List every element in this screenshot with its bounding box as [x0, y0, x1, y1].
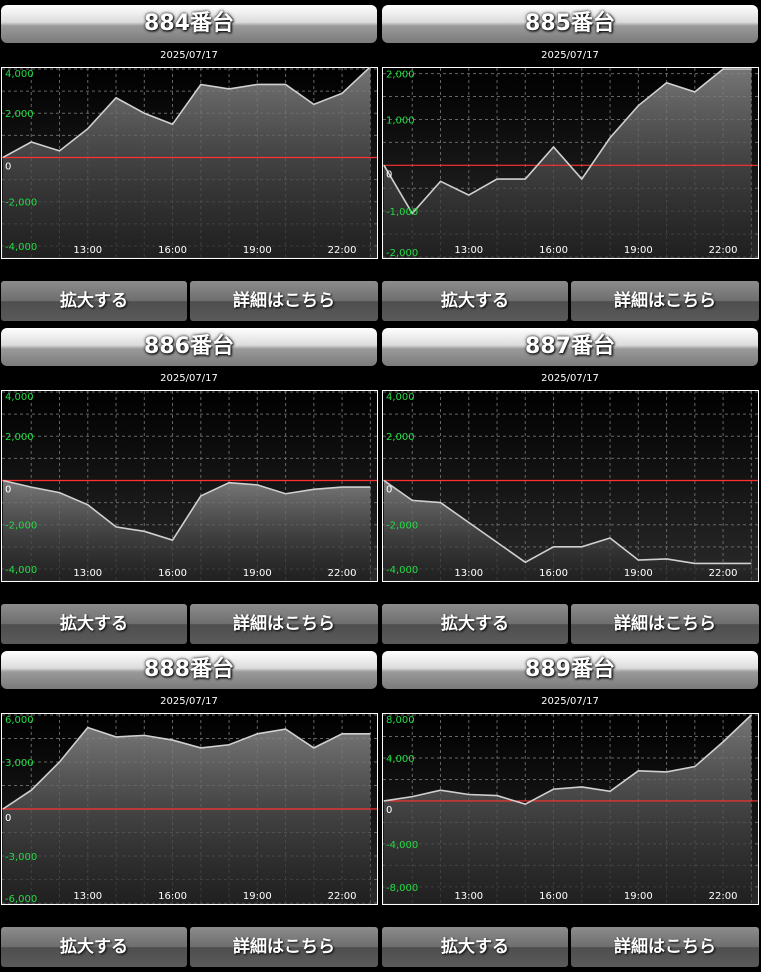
- details-button[interactable]: 詳細はこちら: [571, 927, 759, 967]
- x-tick-label: 16:00: [539, 891, 568, 902]
- y-tick-label: 0: [5, 161, 11, 172]
- x-tick-label: 16:00: [539, 245, 568, 256]
- machine-panel-888: 888番台 2025/07/17 6,000 3,000 0 -3,000 -6,000…: [1, 646, 378, 969]
- details-button[interactable]: 詳細はこちら: [190, 927, 378, 967]
- y-tick-label: 0: [386, 805, 392, 816]
- slump-chart: 4,000 2,000 0 -2,000 -4,000 13:00 16:00 19:00 22…: [382, 390, 759, 582]
- zoom-button[interactable]: 拡大する: [382, 281, 568, 321]
- machine-title: 889番台: [382, 651, 758, 689]
- y-tick-label: 0: [386, 484, 392, 495]
- y-tick-label: -4,000: [5, 565, 37, 576]
- x-tick-label: 22:00: [328, 891, 357, 902]
- y-tick-label: -1,000: [386, 207, 418, 218]
- slump-chart: 4,000 2,000 0 -2,000 -4,000 13:00 16:00 19:00 22…: [1, 67, 378, 259]
- machine-panel-884: 884番台 2025/07/17 4,000 2,000 0 -2,000 -4,000…: [1, 0, 378, 323]
- x-tick-label: 16:00: [539, 568, 568, 579]
- x-tick-label: 22:00: [709, 245, 738, 256]
- x-tick-label: 19:00: [624, 245, 653, 256]
- machine-title: 886番台: [1, 328, 377, 366]
- machine-title: 885番台: [382, 5, 758, 43]
- y-tick-label: -2,000: [386, 521, 418, 532]
- y-tick-label: 2,000: [386, 70, 415, 81]
- x-tick-label: 19:00: [243, 568, 272, 579]
- y-tick-label: 0: [5, 484, 11, 495]
- machine-panel-886: 886番台 2025/07/17 4,000 2,000 0 -2,000 -4,000…: [1, 323, 378, 646]
- x-tick-label: 13:00: [454, 568, 483, 579]
- details-button[interactable]: 詳細はこちら: [571, 281, 759, 321]
- y-tick-label: 2,000: [5, 432, 34, 443]
- chart-date: 2025/07/17: [541, 373, 599, 384]
- chart-date: 2025/07/17: [160, 696, 218, 707]
- y-tick-label: 1,000: [386, 115, 415, 126]
- y-tick-label: 8,000: [386, 715, 415, 726]
- y-tick-label: -2,000: [5, 198, 37, 209]
- x-tick-label: 22:00: [709, 568, 738, 579]
- y-tick-label: -2,000: [5, 521, 37, 532]
- x-tick-label: 16:00: [158, 891, 187, 902]
- x-tick-label: 22:00: [328, 568, 357, 579]
- y-tick-label: 2,000: [5, 109, 34, 120]
- chart-date: 2025/07/17: [541, 50, 599, 61]
- x-tick-label: 22:00: [328, 245, 357, 256]
- machine-title: 888番台: [1, 651, 377, 689]
- y-tick-label: 4,000: [386, 392, 415, 403]
- slump-chart: 8,000 4,000 0 -4,000 -8,000 13:00 16:00 19:00 22…: [382, 713, 759, 905]
- slump-chart: 6,000 3,000 0 -3,000 -6,000 13:00 16:00 19:00 22…: [1, 713, 378, 905]
- machine-panel-885: 885番台 2025/07/17 2,000 1,000 0 -1,000 -2,000…: [382, 0, 759, 323]
- zoom-button[interactable]: 拡大する: [1, 604, 187, 644]
- machine-title: 887番台: [382, 328, 758, 366]
- machine-panel-887: 887番台 2025/07/17 4,000 2,000 0 -2,000 -4,000…: [382, 323, 759, 646]
- x-tick-label: 13:00: [73, 891, 102, 902]
- y-tick-label: 3,000: [5, 758, 34, 769]
- x-tick-label: 13:00: [454, 891, 483, 902]
- y-tick-label: 2,000: [386, 432, 415, 443]
- details-button[interactable]: 詳細はこちら: [571, 604, 759, 644]
- y-tick-label: -4,000: [5, 242, 37, 253]
- y-tick-label: -2,000: [386, 248, 418, 259]
- y-tick-label: 6,000: [5, 715, 34, 726]
- y-tick-label: 0: [5, 813, 11, 824]
- y-tick-label: -8,000: [386, 883, 418, 894]
- y-tick-label: 4,000: [386, 754, 415, 765]
- x-tick-label: 13:00: [73, 568, 102, 579]
- zoom-button[interactable]: 拡大する: [1, 281, 187, 321]
- y-tick-label: -4,000: [386, 565, 418, 576]
- y-tick-label: -4,000: [386, 840, 418, 851]
- x-tick-label: 22:00: [709, 891, 738, 902]
- x-tick-label: 16:00: [158, 568, 187, 579]
- chart-date: 2025/07/17: [541, 696, 599, 707]
- y-tick-label: 4,000: [5, 69, 34, 80]
- slump-chart: 4,000 2,000 0 -2,000 -4,000 13:00 16:00 19:00 22…: [1, 390, 378, 582]
- details-button[interactable]: 詳細はこちら: [190, 281, 378, 321]
- x-tick-label: 19:00: [624, 568, 653, 579]
- y-tick-label: -6,000: [5, 894, 37, 905]
- y-tick-label: 0: [386, 169, 392, 180]
- slump-chart: 2,000 1,000 0 -1,000 -2,000 13:00 16:00 19:00 22…: [382, 67, 759, 259]
- details-button[interactable]: 詳細はこちら: [190, 604, 378, 644]
- x-tick-label: 16:00: [158, 245, 187, 256]
- x-tick-label: 19:00: [243, 245, 272, 256]
- machine-title: 884番台: [1, 5, 377, 43]
- x-tick-label: 13:00: [73, 245, 102, 256]
- x-tick-label: 19:00: [243, 891, 272, 902]
- machine-panel-889: 889番台 2025/07/17 8,000 4,000 0 -4,000 -8,000…: [382, 646, 759, 969]
- zoom-button[interactable]: 拡大する: [1, 927, 187, 967]
- x-tick-label: 13:00: [454, 245, 483, 256]
- x-tick-label: 19:00: [624, 891, 653, 902]
- chart-date: 2025/07/17: [160, 50, 218, 61]
- zoom-button[interactable]: 拡大する: [382, 927, 568, 967]
- y-tick-label: 4,000: [5, 392, 34, 403]
- chart-date: 2025/07/17: [160, 373, 218, 384]
- y-tick-label: -3,000: [5, 852, 37, 863]
- zoom-button[interactable]: 拡大する: [382, 604, 568, 644]
